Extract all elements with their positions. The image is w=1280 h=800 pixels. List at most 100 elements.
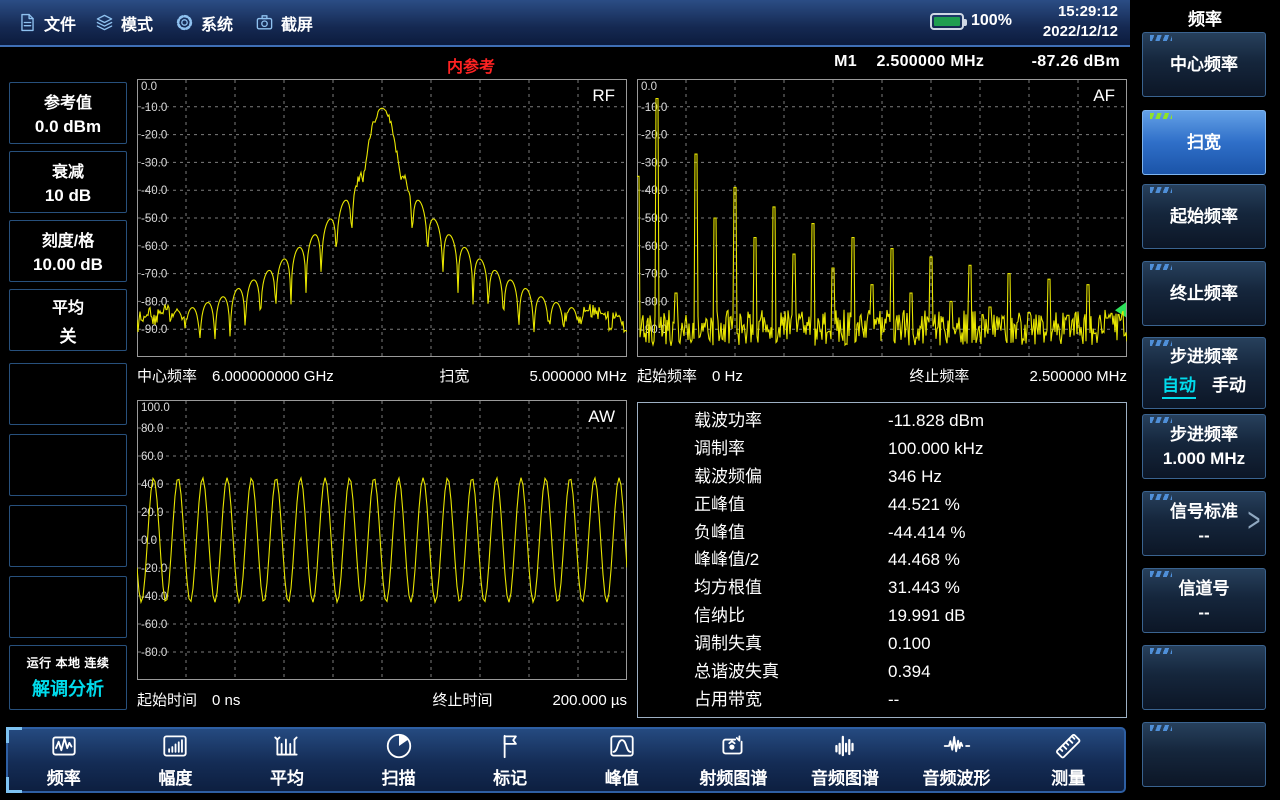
- svg-text:-10.0: -10.0: [641, 102, 667, 114]
- svg-text:20.0: 20.0: [141, 507, 163, 519]
- result-label: 占用带宽: [638, 691, 888, 708]
- run-status-box: 运行 本地 连续解调分析: [9, 645, 127, 710]
- toggle-auto[interactable]: 自动: [1162, 371, 1196, 399]
- softkey-5[interactable]: 步进频率自动手动: [1142, 337, 1266, 409]
- toolbar-item-label: 测量: [1051, 764, 1085, 789]
- toolbar-item-label: 标记: [493, 764, 527, 789]
- svg-text:-80.0: -80.0: [641, 296, 667, 308]
- toolbar-item-measure[interactable]: 测量: [1012, 729, 1124, 791]
- result-label: 负峰值: [638, 524, 888, 541]
- result-label: 调制率: [638, 440, 888, 457]
- toolbar-item-label: 音频波形: [923, 764, 991, 789]
- result-value: 44.521 %: [888, 496, 1126, 513]
- param-box-4[interactable]: 平均关: [9, 289, 127, 351]
- right-softkey-panel: 频率 中心频率扫宽起始频率终止频率步进频率自动手动步进频率1.000 MHz信号…: [1130, 0, 1280, 800]
- softkey-label: 终止频率: [1170, 284, 1238, 303]
- table-row: 信纳比19.991 dB: [638, 607, 1126, 624]
- empty-box: [9, 505, 127, 567]
- result-label: 均方根值: [638, 579, 888, 596]
- rf-plot-footer: 中心频率 6.000000000 GHz 扫宽 5.000000 MHz: [137, 362, 627, 388]
- svg-text:0.0: 0.0: [641, 81, 657, 93]
- span-key: 扫宽: [439, 365, 469, 386]
- bottom-toolbar: 频率幅度 平均扫描 标记 峰值射频图谱音频图谱音频波形 测量: [6, 727, 1126, 793]
- battery-icon: [930, 13, 964, 30]
- menu-item-label: 模式: [121, 11, 153, 35]
- menu-item-label: 系统: [201, 11, 233, 35]
- toolbar-item-label: 幅度: [158, 764, 192, 789]
- table-row: 调制率100.000 kHz: [638, 440, 1126, 457]
- toolbar-item-amp[interactable]: 幅度: [120, 729, 232, 791]
- start-time-value: 0 ns: [212, 692, 240, 709]
- table-row: 负峰值-44.414 %: [638, 524, 1126, 541]
- marker-frequency: 2.500000 MHz: [876, 53, 984, 70]
- softkey-2[interactable]: 扫宽: [1142, 110, 1266, 175]
- softkey-8[interactable]: 信道号--: [1142, 568, 1266, 633]
- result-label: 载波功率: [638, 412, 888, 429]
- table-row: 载波频偏346 Hz: [638, 468, 1126, 485]
- softkey-7[interactable]: 信号标准-->: [1142, 491, 1266, 556]
- corner-dash-decoration: [1150, 648, 1172, 654]
- svg-text:-20.0: -20.0: [641, 130, 667, 142]
- audio-waveform-icon: [942, 731, 972, 761]
- result-label: 总谐波失真: [638, 663, 888, 680]
- softkey-1[interactable]: 中心频率: [1142, 32, 1266, 97]
- toolbar-item-afwave[interactable]: 音频波形: [901, 729, 1013, 791]
- corner-dash-decoration: [1150, 35, 1172, 41]
- marker-flag-icon: [495, 731, 525, 761]
- svg-text:-10.0: -10.0: [141, 102, 167, 114]
- svg-text:-70.0: -70.0: [141, 269, 167, 281]
- svg-text:-50.0: -50.0: [141, 213, 167, 225]
- menu-item-file[interactable]: 文件: [18, 0, 76, 45]
- svg-text:-20.0: -20.0: [141, 130, 167, 142]
- softkey-3[interactable]: 起始频率: [1142, 184, 1266, 249]
- menu-item-system[interactable]: 系统: [175, 0, 233, 45]
- result-label: 信纳比: [638, 607, 888, 624]
- battery-indicator: 100%: [930, 12, 1012, 30]
- table-row: 调制失真0.100: [638, 635, 1126, 652]
- param-value: 0.0 dBm: [35, 117, 101, 137]
- empty-box: [9, 434, 127, 496]
- param-title: 参考值: [44, 89, 92, 113]
- corner-dash-decoration: [1150, 340, 1172, 346]
- toggle-manual[interactable]: 手动: [1212, 371, 1246, 396]
- status-row: 内参考 M1 2.500000 MHz -87.26 dBm: [0, 47, 1128, 79]
- toolbar-item-marker[interactable]: 标记: [454, 729, 566, 791]
- table-row: 均方根值31.443 %: [638, 579, 1126, 596]
- param-box-2[interactable]: 衰减10 dB: [9, 151, 127, 213]
- softkey-value: --: [1198, 526, 1209, 545]
- toolbar-item-rfspec[interactable]: 射频图谱: [678, 729, 790, 791]
- amplitude-icon: [160, 731, 190, 761]
- toolbar-item-afspec[interactable]: 音频图谱: [789, 729, 901, 791]
- toolbar-item-avg[interactable]: 平均: [231, 729, 343, 791]
- audio-spectrum-icon: [830, 731, 860, 761]
- toolbar-item-peak[interactable]: 峰值: [566, 729, 678, 791]
- gear-icon: [175, 13, 194, 32]
- result-label: 正峰值: [638, 496, 888, 513]
- marker-level: -87.26 dBm: [1032, 53, 1120, 70]
- battery-percent: 100%: [971, 12, 1012, 30]
- aw-plot-footer: 起始时间 0 ns 终止时间 200.000 µs: [137, 686, 627, 712]
- softkey-6[interactable]: 步进频率1.000 MHz: [1142, 414, 1266, 479]
- param-box-3[interactable]: 刻度/格10.00 dB: [9, 220, 127, 282]
- toolbar-item-sweep[interactable]: 扫描: [343, 729, 455, 791]
- corner-dash-decoration: [1150, 417, 1172, 423]
- softkey-value: --: [1198, 603, 1209, 622]
- menu-item-mode[interactable]: 模式: [95, 0, 153, 45]
- table-row: 总谐波失真0.394: [638, 663, 1126, 680]
- table-row: 占用带宽--: [638, 691, 1126, 708]
- toolbar-item-label: 扫描: [382, 764, 416, 789]
- run-status-label: 运行 本地 连续: [27, 654, 110, 671]
- result-label: 调制失真: [638, 635, 888, 652]
- toolbar-item-freq[interactable]: 频率: [8, 729, 120, 791]
- stop-freq-key: 终止频率: [909, 365, 969, 386]
- softkey-value: 1.000 MHz: [1163, 449, 1245, 468]
- stop-freq-value: 2.500000 MHz: [1029, 368, 1127, 385]
- start-freq-value: 0 Hz: [712, 368, 743, 385]
- softkey-4[interactable]: 终止频率: [1142, 261, 1266, 326]
- softkey-label: 信号标准: [1170, 502, 1238, 521]
- empty-box: [9, 363, 127, 425]
- svg-text:AF: AF: [1093, 86, 1115, 105]
- menu-item-screenshot[interactable]: 截屏: [255, 0, 313, 45]
- param-box-1[interactable]: 参考值 0.0 dBm: [9, 82, 127, 144]
- param-title: 刻度/格: [42, 227, 94, 251]
